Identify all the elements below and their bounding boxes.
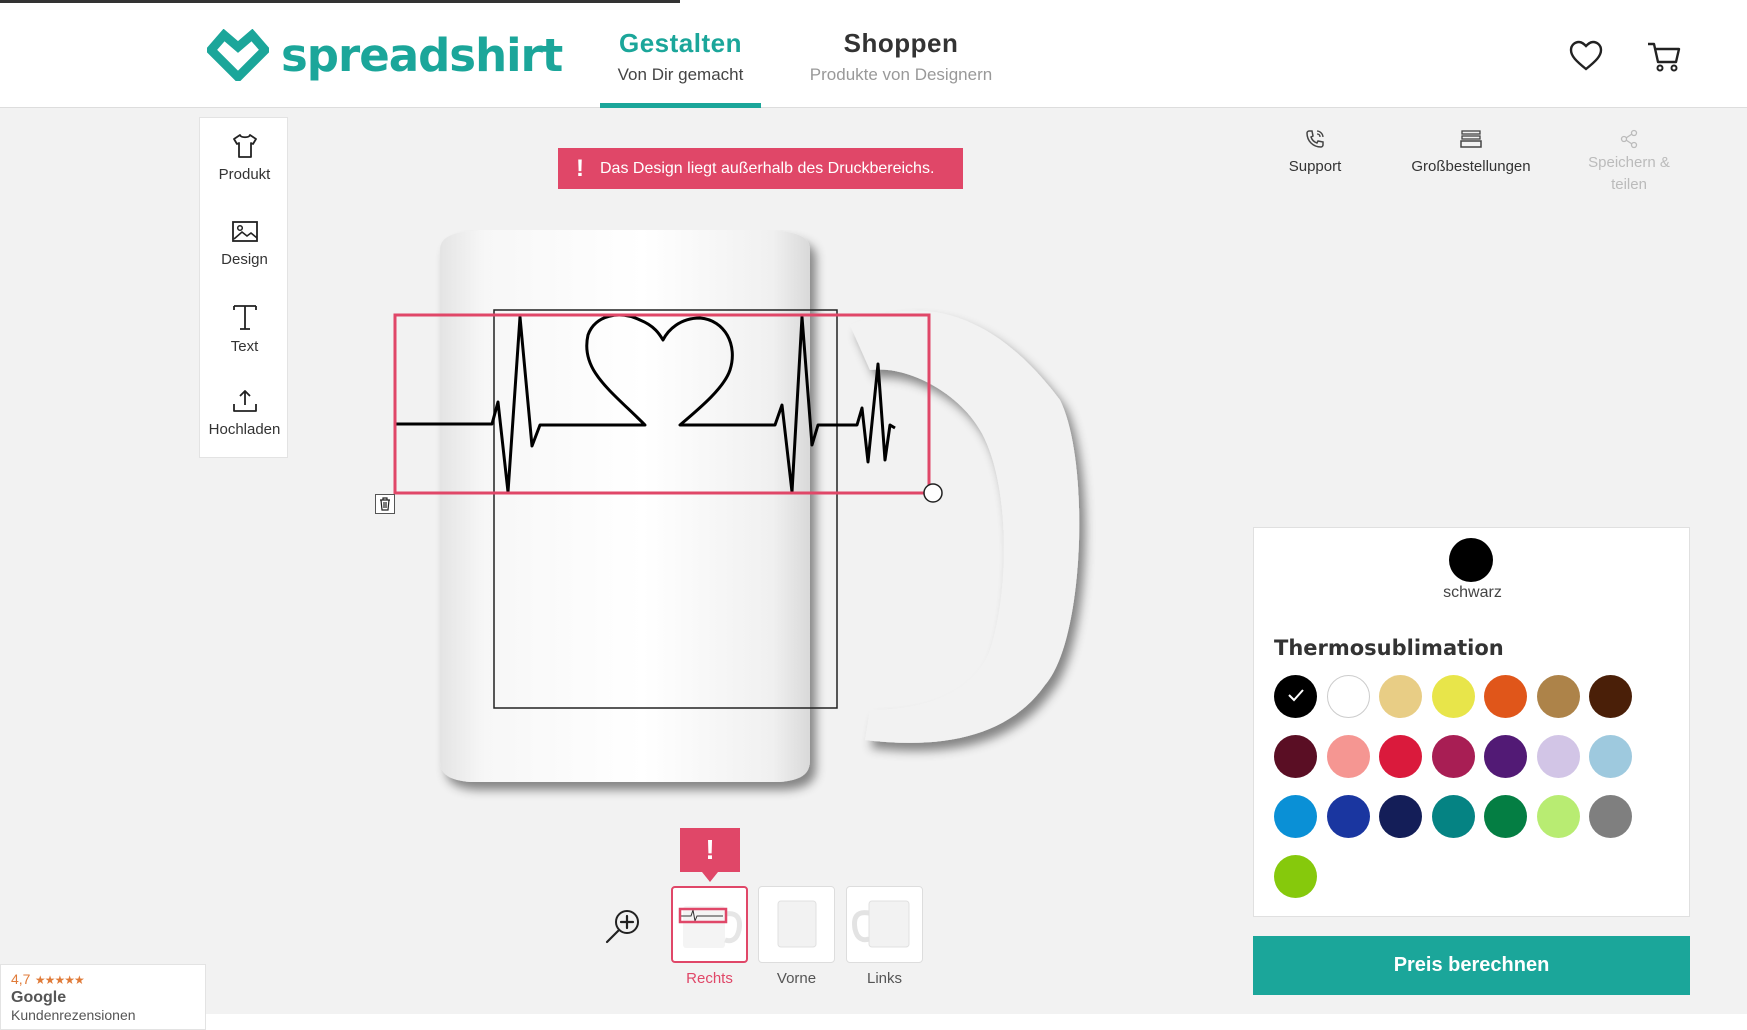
resize-handle[interactable] bbox=[923, 483, 943, 503]
view-thumb-rechts[interactable] bbox=[671, 886, 748, 963]
share-icon bbox=[1620, 129, 1638, 149]
image-icon bbox=[231, 221, 258, 242]
color-swatch[interactable] bbox=[1484, 795, 1527, 838]
color-swatch[interactable] bbox=[1484, 735, 1527, 778]
reviews-caption: Kundenrezensionen bbox=[11, 1007, 136, 1023]
stars-icon: ★★★★★ bbox=[34, 973, 85, 987]
phone-icon bbox=[1306, 130, 1324, 148]
color-swatch[interactable] bbox=[1379, 735, 1422, 778]
trash-icon[interactable] bbox=[375, 494, 395, 514]
mug-image bbox=[440, 230, 1080, 782]
mug-thumbnail bbox=[777, 900, 817, 948]
heart-diamond-logo-icon bbox=[207, 29, 269, 81]
tool-produkt[interactable]: Produkt bbox=[200, 118, 289, 198]
color-swatch[interactable] bbox=[1589, 675, 1632, 718]
color-swatch[interactable] bbox=[1274, 795, 1317, 838]
view-thumb-vorne[interactable] bbox=[758, 886, 835, 963]
google-reviews-badge[interactable]: 4,7 ★★★★★ Google Kundenrezensionen bbox=[0, 964, 206, 1030]
color-swatch[interactable] bbox=[1326, 675, 1370, 718]
cart-icon[interactable] bbox=[1646, 38, 1682, 74]
color-swatch[interactable] bbox=[1536, 795, 1580, 838]
calculate-price-button[interactable]: Preis berechnen bbox=[1253, 936, 1690, 995]
tool-label: Hochladen bbox=[208, 421, 281, 438]
tab-subtitle: Produkte von Designern bbox=[809, 65, 993, 84]
logo-text: spreadshirt bbox=[281, 28, 563, 82]
action-label: Support bbox=[1288, 158, 1342, 175]
color-swatch[interactable] bbox=[1274, 735, 1317, 778]
color-swatch[interactable] bbox=[1536, 675, 1580, 718]
color-swatch[interactable] bbox=[1431, 735, 1475, 778]
support-link[interactable]: Support bbox=[1265, 128, 1365, 175]
view-label-links[interactable]: Links bbox=[846, 970, 923, 987]
color-panel: schwarz Thermosublimation bbox=[1253, 527, 1690, 917]
logo[interactable]: spreadshirt bbox=[207, 26, 563, 84]
selected-color-swatch bbox=[1449, 538, 1493, 582]
rating-value: 4,7 bbox=[11, 971, 31, 987]
tool-text[interactable]: Text bbox=[200, 288, 289, 368]
view-label-rechts[interactable]: Rechts bbox=[671, 970, 748, 987]
tool-label: Text bbox=[230, 338, 259, 355]
zoom-in-icon[interactable] bbox=[603, 906, 643, 946]
tab-shoppen[interactable]: Shoppen Produkte von Designern bbox=[796, 0, 1006, 108]
tab-gestalten[interactable]: Gestalten Von Dir gemacht bbox=[600, 0, 761, 108]
tab-subtitle: Von Dir gemacht bbox=[617, 65, 744, 84]
color-swatch[interactable] bbox=[1274, 675, 1317, 718]
warning-text: Das Design liegt außerhalb des Druckbere… bbox=[600, 159, 935, 177]
color-swatch[interactable] bbox=[1379, 675, 1422, 718]
color-group-title: Thermosublimation bbox=[1274, 636, 1504, 660]
color-swatch[interactable] bbox=[1326, 795, 1370, 838]
color-swatch[interactable] bbox=[1379, 795, 1422, 838]
print-area-warning: ! Das Design liegt außerhalb des Druckbe… bbox=[558, 148, 963, 189]
action-label-line2: teilen bbox=[1611, 176, 1647, 193]
tool-design[interactable]: Design bbox=[200, 203, 289, 283]
action-label: Großbestellungen bbox=[1411, 158, 1531, 175]
view-thumb-links[interactable] bbox=[846, 886, 923, 963]
design-toolbar: Produkt Design Text Hochladen bbox=[199, 117, 288, 458]
action-label: Speichern & bbox=[1588, 154, 1670, 171]
color-swatch[interactable] bbox=[1431, 795, 1475, 838]
header: spreadshirt Gestalten Von Dir gemacht Sh… bbox=[0, 0, 1747, 108]
tab-title: Gestalten bbox=[619, 28, 742, 58]
color-swatch[interactable] bbox=[1589, 795, 1632, 838]
color-swatch[interactable] bbox=[1274, 855, 1317, 898]
google-label: Google bbox=[11, 989, 67, 1006]
upload-icon bbox=[232, 390, 257, 412]
save-share-link[interactable]: Speichern & teilen bbox=[1578, 128, 1680, 196]
color-swatch[interactable] bbox=[1589, 735, 1632, 778]
bulk-order-link[interactable]: Großbestellungen bbox=[1400, 128, 1542, 175]
color-swatch[interactable] bbox=[1431, 675, 1475, 718]
stack-icon bbox=[1460, 130, 1482, 148]
color-swatch[interactable] bbox=[1484, 675, 1527, 718]
exclamation-icon: ! bbox=[576, 154, 584, 182]
loading-bar bbox=[0, 0, 680, 3]
view-warning-flag: ! bbox=[680, 828, 740, 882]
mug-thumbnail bbox=[852, 900, 910, 948]
tool-label: Produkt bbox=[218, 166, 271, 183]
tool-hochladen[interactable]: Hochladen bbox=[200, 373, 289, 453]
tool-label: Design bbox=[221, 251, 268, 268]
color-swatch[interactable] bbox=[1326, 735, 1370, 778]
color-swatch[interactable] bbox=[1536, 735, 1580, 778]
text-t-icon bbox=[232, 305, 257, 330]
tab-title: Shoppen bbox=[843, 28, 959, 58]
view-label-vorne[interactable]: Vorne bbox=[758, 970, 835, 987]
product-canvas[interactable] bbox=[370, 230, 1110, 810]
footer-strip bbox=[206, 1014, 1747, 1030]
mug-thumbnail bbox=[678, 906, 742, 948]
selected-color-name: schwarz bbox=[1443, 584, 1502, 601]
tshirt-icon bbox=[232, 134, 257, 158]
heart-icon[interactable] bbox=[1568, 38, 1604, 74]
checkmark-icon bbox=[1288, 689, 1304, 702]
